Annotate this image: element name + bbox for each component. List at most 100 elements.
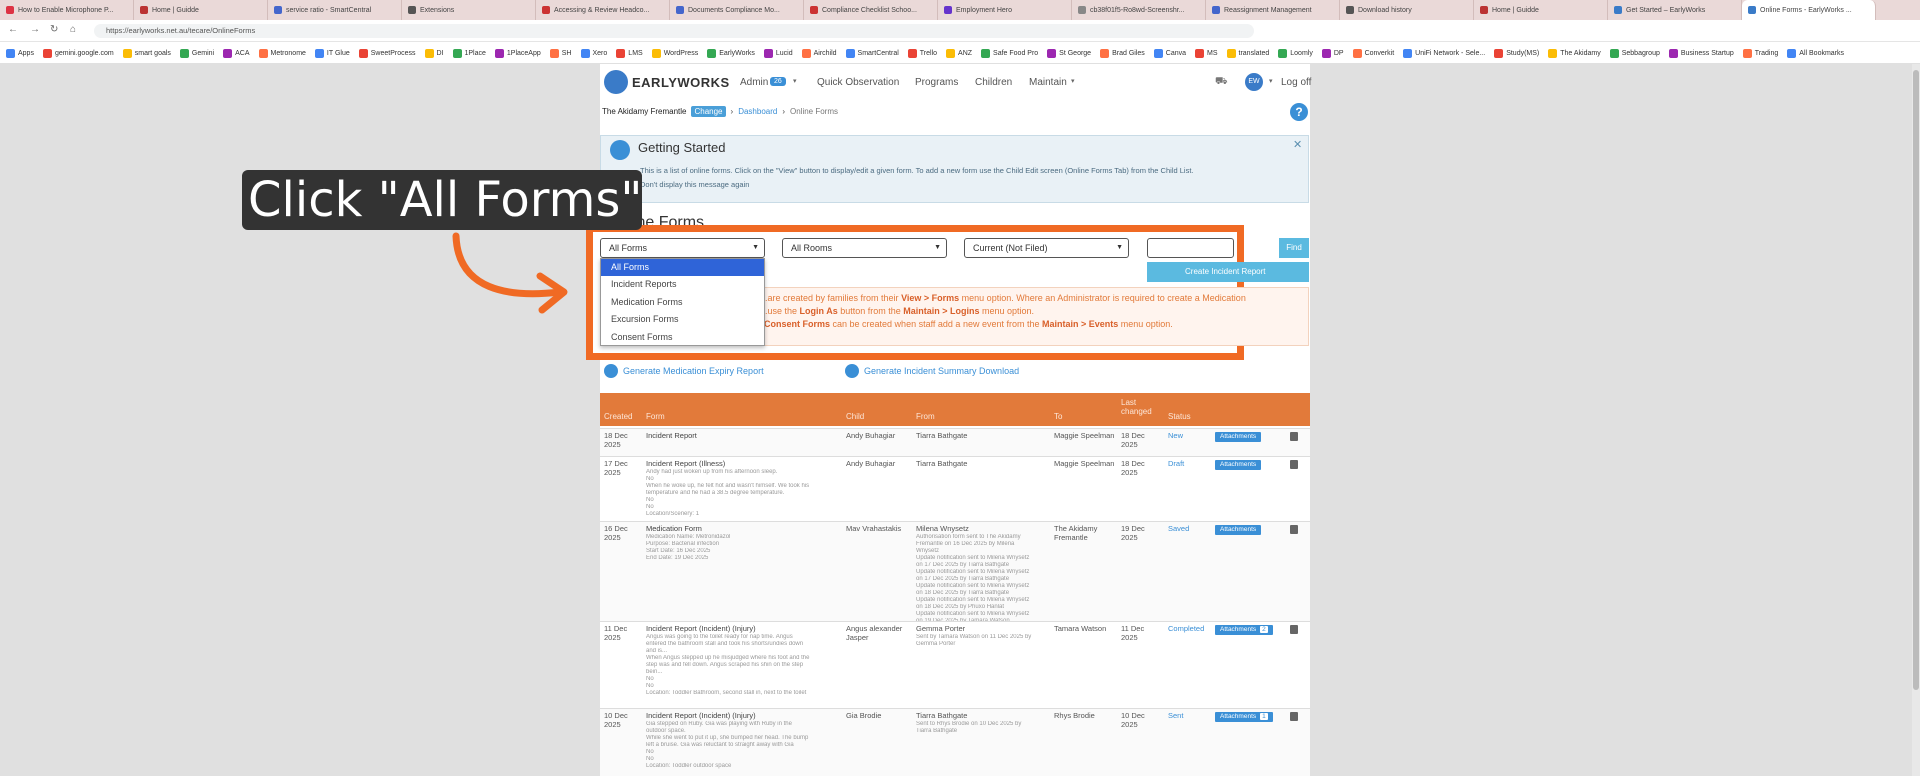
help-icon[interactable]: ? (1290, 103, 1308, 121)
column-header[interactable]: Child (846, 412, 864, 421)
browser-tab[interactable]: Reassignment Management (1206, 0, 1340, 20)
browser-tab[interactable]: How to Enable Microphone P... (0, 0, 134, 20)
browser-tab[interactable]: Accessing & Review Headco... (536, 0, 670, 20)
scrollbar-thumb[interactable] (1913, 70, 1919, 690)
create-incident-report-button[interactable]: Create Incident Report (1147, 262, 1309, 282)
bookmark-item[interactable]: Xero (580, 49, 607, 58)
bookmark-item[interactable]: LMS (616, 49, 643, 58)
avatar-chevron-down-icon[interactable]: ▾ (1269, 77, 1273, 85)
form-name[interactable]: Incident Report (646, 431, 697, 440)
search-input[interactable] (1147, 238, 1234, 258)
browser-tab[interactable]: Home | Guidde (134, 0, 268, 20)
browser-tab[interactable]: Online Forms - EarlyWorks ... (1742, 0, 1876, 20)
bookmark-item[interactable]: DI (424, 49, 444, 58)
forward-icon[interactable]: → (30, 24, 40, 35)
column-header[interactable]: Created (604, 412, 632, 421)
bookmark-item[interactable]: EarlyWorks (707, 49, 755, 58)
bookmark-item[interactable]: gemini.google.com (42, 49, 114, 58)
change-centre-button[interactable]: Change (691, 106, 726, 117)
url-bar[interactable]: https://earlyworks.net.au/tecare/OnlineF… (94, 24, 1254, 38)
nav-quick-observation[interactable]: Quick Observation (817, 77, 899, 88)
bookmark-item[interactable]: IT Glue (314, 49, 350, 58)
nav-maintain[interactable]: Maintain (1029, 77, 1067, 88)
find-button[interactable]: Find (1279, 238, 1309, 258)
bookmark-item[interactable]: Apps (6, 49, 34, 58)
bookmark-item[interactable]: ANZ (946, 49, 972, 58)
close-icon[interactable]: ✕ (1293, 138, 1302, 151)
cart-icon[interactable]: ⛟ (1215, 76, 1228, 89)
avatar[interactable]: EW (1245, 73, 1263, 91)
bookmark-item[interactable]: Study(MS) (1494, 49, 1539, 58)
browser-tab[interactable]: Compliance Checklist Schoo... (804, 0, 938, 20)
bookmark-item[interactable]: SmartCentral (845, 49, 899, 58)
rooms-select[interactable]: All Rooms ▼ (782, 238, 947, 258)
column-header[interactable]: Form (646, 412, 665, 421)
attachments-button[interactable]: Attachments (1215, 460, 1262, 470)
generate-incident-summary-link[interactable]: Generate Incident Summary Download (845, 364, 1019, 378)
bookmark-item[interactable]: 1Place (452, 49, 486, 58)
dropdown-option[interactable]: All Forms (601, 259, 764, 277)
bookmark-item[interactable]: All Bookmarks (1787, 49, 1844, 58)
bookmark-item[interactable]: Metronome (258, 49, 306, 58)
bookmark-item[interactable]: translated (1226, 49, 1269, 58)
nav-admin[interactable]: Admin (740, 77, 768, 88)
browser-tab[interactable]: Documents Compliance Mo... (670, 0, 804, 20)
bookmark-item[interactable]: WordPress (651, 49, 698, 58)
attachments-button[interactable]: Attachments 2 (1215, 625, 1273, 635)
nav-children[interactable]: Children (975, 77, 1012, 88)
logoff-link[interactable]: Log off (1281, 77, 1311, 88)
bookmark-item[interactable]: UniFi Network - Sele... (1403, 49, 1485, 58)
bookmark-item[interactable]: Trello (907, 49, 937, 58)
bookmark-item[interactable]: Loomly (1278, 49, 1313, 58)
attachments-button[interactable]: Attachments (1215, 432, 1262, 442)
earlyworks-logo-icon[interactable] (604, 70, 628, 94)
bookmark-item[interactable]: St George (1047, 49, 1091, 58)
form-name[interactable]: Incident Report (Incident) (Injury) (646, 624, 756, 633)
generate-medication-expiry-link[interactable]: Generate Medication Expiry Report (604, 364, 764, 378)
dont-show-again-link[interactable]: Don't display this message again (640, 180, 749, 189)
bookmark-item[interactable]: Canva (1153, 49, 1186, 58)
dropdown-option[interactable]: Excursion Forms (601, 311, 764, 328)
bookmark-item[interactable]: Gemini (179, 49, 214, 58)
bookmark-item[interactable]: smart goals (122, 49, 171, 58)
bookmark-item[interactable]: ACA (223, 49, 250, 58)
column-header[interactable]: To (1054, 412, 1062, 421)
back-icon[interactable]: ← (8, 24, 18, 35)
column-header[interactable]: Status (1168, 412, 1191, 421)
bookmark-item[interactable]: The Akidamy (1548, 49, 1601, 58)
column-header[interactable]: Last changed (1121, 398, 1157, 416)
bookmark-item[interactable]: SH (549, 49, 572, 58)
trash-icon[interactable] (1290, 625, 1298, 634)
trash-icon[interactable] (1290, 460, 1298, 469)
bookmark-item[interactable]: 1PlaceApp (494, 49, 541, 58)
trash-icon[interactable] (1290, 712, 1298, 721)
home-icon[interactable]: ⌂ (70, 24, 76, 35)
browser-tab[interactable]: Extensions (402, 0, 536, 20)
status-select[interactable]: Current (Not Filed) ▼ (964, 238, 1129, 258)
browser-tab[interactable]: Download history (1340, 0, 1474, 20)
browser-tab[interactable]: Home | Guidde (1474, 0, 1608, 20)
nav-programs[interactable]: Programs (915, 77, 958, 88)
form-name[interactable]: Medication Form (646, 524, 702, 533)
reload-icon[interactable]: ↻ (50, 24, 58, 35)
bookmark-item[interactable]: DP (1321, 49, 1344, 58)
breadcrumb-dashboard[interactable]: Dashboard (738, 107, 777, 116)
bookmark-item[interactable]: Sebbagroup (1609, 49, 1660, 58)
bookmark-item[interactable]: Safe Food Pro (981, 49, 1038, 58)
bookmark-item[interactable]: Airchild (801, 49, 837, 58)
dropdown-option[interactable]: Incident Reports (601, 276, 764, 293)
attachments-button[interactable]: Attachments 1 (1215, 712, 1273, 722)
trash-icon[interactable] (1290, 432, 1298, 441)
form-type-select[interactable]: All Forms ▼ (600, 238, 765, 258)
browser-tab[interactable]: service ratio - SmartCentral (268, 0, 402, 20)
browser-tab[interactable]: cb38f01f5-Ro8wd-Screenshr... (1072, 0, 1206, 20)
bookmark-item[interactable]: SweetProcess (358, 49, 416, 58)
browser-tab[interactable]: Employment Hero (938, 0, 1072, 20)
bookmark-item[interactable]: Brad Giles (1100, 49, 1145, 58)
form-name[interactable]: Incident Report (Incident) (Injury) (646, 711, 756, 720)
dropdown-option[interactable]: Medication Forms (601, 294, 764, 311)
bookmark-item[interactable]: Trading (1742, 49, 1778, 58)
bookmark-item[interactable]: Business Startup (1668, 49, 1734, 58)
form-name[interactable]: Incident Report (Illness) (646, 459, 725, 468)
attachments-button[interactable]: Attachments (1215, 525, 1262, 535)
